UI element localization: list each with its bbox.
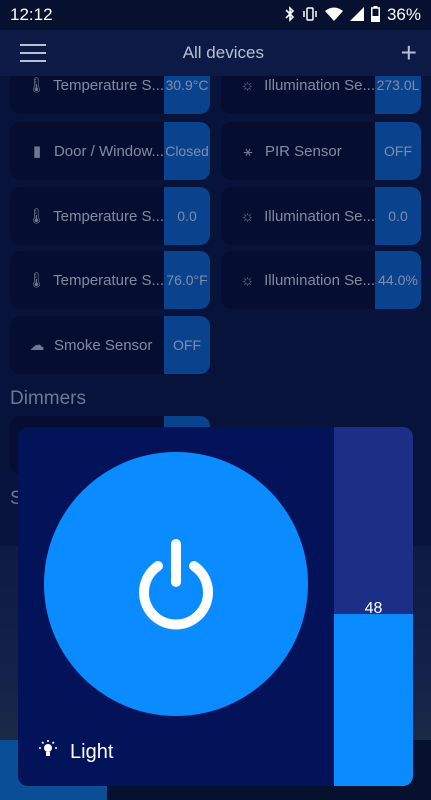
vibrate-icon [302, 6, 318, 25]
bluetooth-icon [285, 5, 295, 25]
brightness-slider-fill [334, 614, 413, 786]
hamburger-icon[interactable] [20, 44, 46, 62]
lightbulb-icon [38, 739, 58, 765]
power-toggle-button[interactable] [44, 452, 308, 716]
brightness-slider[interactable]: 48 [334, 427, 413, 786]
status-icons: 36% [285, 5, 421, 25]
device-name-row: Light [38, 739, 113, 765]
status-time: 12:12 [10, 5, 53, 24]
plus-icon[interactable]: + [401, 39, 417, 67]
battery-icon [370, 5, 380, 25]
signal-icon [349, 6, 364, 24]
page-title: All devices [182, 43, 264, 62]
dimmer-dialog: 48 Light [18, 427, 413, 786]
power-icon [139, 539, 213, 630]
wifi-icon [324, 7, 343, 24]
status-bar: 12:12 36% [0, 0, 431, 30]
device-name: Light [70, 740, 114, 763]
brightness-value: 48 [364, 600, 383, 617]
app-bar: All devices + [0, 30, 431, 76]
battery-percent: 36% [386, 5, 421, 24]
